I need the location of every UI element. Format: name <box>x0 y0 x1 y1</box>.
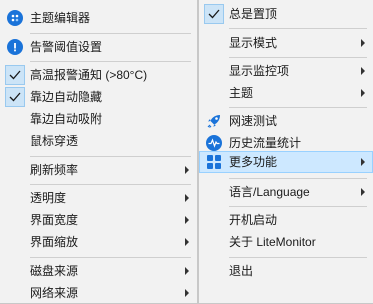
rocket-icon <box>207 115 220 128</box>
menu-item-click-through[interactable]: 鼠标穿透 <box>0 130 197 152</box>
menu-item-high-temp-alert[interactable]: 高温报警通知 (>80°C) <box>0 64 197 86</box>
menu-item-theme[interactable]: 主题 <box>199 82 373 104</box>
menu-item-ui-scale[interactable]: 界面缩放 <box>0 231 197 253</box>
menu-item-label: 显示监控项 <box>229 64 290 78</box>
menu-item-auto-hide-edge[interactable]: 靠边自动隐藏 <box>0 86 197 108</box>
menu-item-display-mode[interactable]: 显示模式 <box>199 32 373 54</box>
submenu-arrow-icon <box>185 194 189 202</box>
menu-item-label: 语言/Language <box>229 185 310 199</box>
main-context-menu: 总是置顶 显示模式 显示监控项 主题 网速测试 历史流量统计 更多功能 语言/L… <box>198 0 373 304</box>
menu-item-label: 网速测试 <box>229 114 278 128</box>
submenu-arrow-icon <box>185 267 189 275</box>
menu-item-theme-editor[interactable]: 主题编辑器 <box>0 7 197 29</box>
submenu-arrow-icon <box>361 188 365 196</box>
menu-item-opacity[interactable]: 透明度 <box>0 187 197 209</box>
menu-item-label: 高温报警通知 (>80°C) <box>30 68 148 82</box>
menu-item-label: 磁盘来源 <box>30 264 79 278</box>
submenu-arrow-icon <box>185 216 189 224</box>
alert-icon <box>7 39 23 55</box>
menu-separator <box>30 61 191 62</box>
menu-item-label: 主题编辑器 <box>30 11 91 25</box>
menu-item-startup[interactable]: 开机启动 <box>199 209 373 231</box>
menu-item-show-monitors[interactable]: 显示监控项 <box>199 60 373 82</box>
menu-item-more-features[interactable]: 更多功能 <box>199 151 373 173</box>
menu-item-about[interactable]: 关于 LiteMonitor <box>199 231 373 253</box>
menu-item-label: 靠边自动吸附 <box>30 112 103 126</box>
menu-item-label: 界面宽度 <box>30 213 79 227</box>
apps-grid-icon <box>205 153 223 171</box>
menu-item-language[interactable]: 语言/Language <box>199 181 373 203</box>
menu-item-always-on-top[interactable]: 总是置顶 <box>199 3 373 25</box>
menu-item-label: 关于 LiteMonitor <box>229 235 316 249</box>
submenu-arrow-icon <box>361 67 365 75</box>
menu-item-label: 更多功能 <box>229 155 278 169</box>
menu-separator <box>229 28 367 29</box>
menu-item-label: 靠边自动隐藏 <box>30 90 103 104</box>
submenu-arrow-icon <box>361 158 365 166</box>
menu-separator <box>229 107 367 108</box>
menu-separator <box>30 156 191 157</box>
checkmark-icon <box>204 4 224 24</box>
menu-item-label: 开机启动 <box>229 213 278 227</box>
menu-separator <box>30 184 191 185</box>
pulse-icon <box>206 135 222 151</box>
menu-separator <box>229 57 367 58</box>
checkmark-icon <box>5 65 25 85</box>
menu-item-label: 鼠标穿透 <box>30 134 79 148</box>
menu-item-network-source[interactable]: 网络来源 <box>0 282 197 304</box>
menu-separator <box>229 178 367 179</box>
submenu-arrow-icon <box>185 166 189 174</box>
menu-item-label: 网络来源 <box>30 286 79 300</box>
menu-item-label: 退出 <box>229 264 254 278</box>
menu-item-auto-snap-edge[interactable]: 靠边自动吸附 <box>0 108 197 130</box>
menu-item-label: 界面缩放 <box>30 235 79 249</box>
menu-separator <box>229 257 367 258</box>
menu-item-label: 透明度 <box>30 191 67 205</box>
menu-separator <box>30 257 191 258</box>
menu-item-exit[interactable]: 退出 <box>199 260 373 282</box>
submenu-arrow-icon <box>185 289 189 297</box>
submenu-arrow-icon <box>361 89 365 97</box>
menu-item-disk-source[interactable]: 磁盘来源 <box>0 260 197 282</box>
menu-item-label: 主题 <box>229 86 254 100</box>
menu-separator <box>30 33 191 34</box>
menu-separator <box>229 206 367 207</box>
submenu-arrow-icon <box>185 238 189 246</box>
menu-item-alert-threshold[interactable]: 告警阈值设置 <box>0 36 197 58</box>
settings-context-menu: 主题编辑器 告警阈值设置 高温报警通知 (>80°C) 靠边自动隐藏 靠边自动吸… <box>0 0 202 304</box>
menu-item-speed-test[interactable]: 网速测试 <box>199 110 373 132</box>
menu-item-ui-width[interactable]: 界面宽度 <box>0 209 197 231</box>
submenu-arrow-icon <box>361 39 365 47</box>
menu-item-refresh-rate[interactable]: 刷新频率 <box>0 159 197 181</box>
menu-item-label: 显示模式 <box>229 36 278 50</box>
menu-item-label: 告警阈值设置 <box>30 40 103 54</box>
palette-icon <box>7 10 23 26</box>
menu-item-label: 刷新频率 <box>30 163 79 177</box>
menu-item-label: 总是置顶 <box>229 7 278 21</box>
checkmark-icon <box>5 87 25 107</box>
